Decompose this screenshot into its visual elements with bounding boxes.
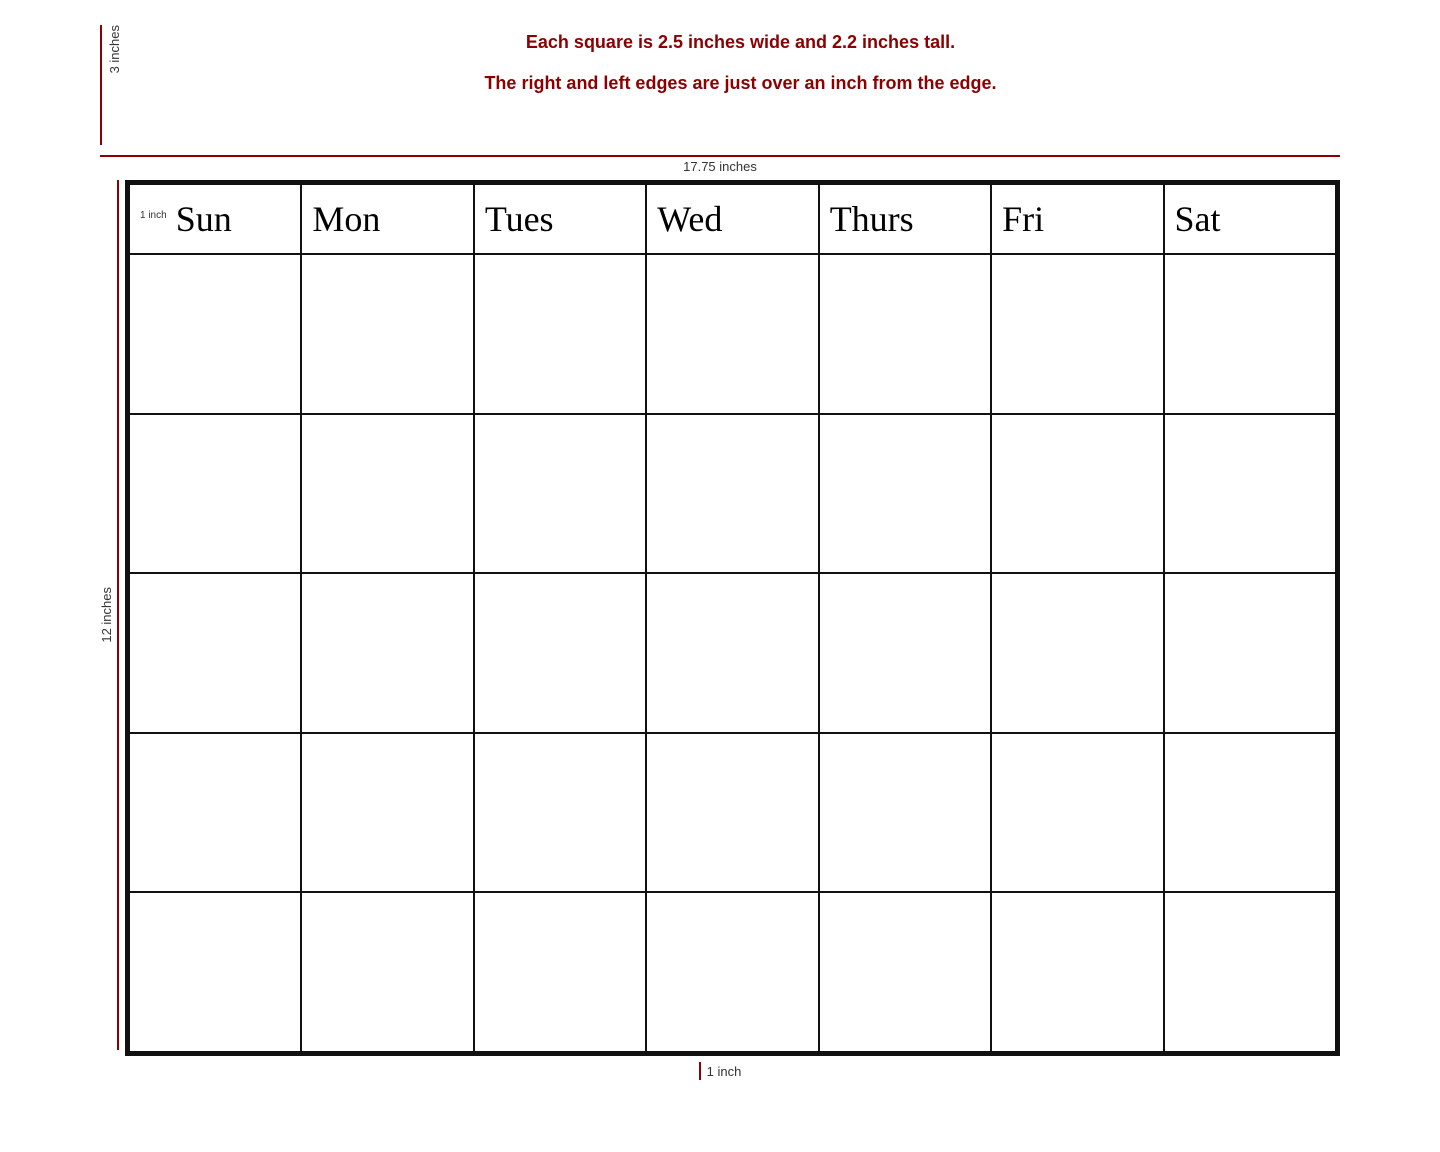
cell xyxy=(301,254,473,414)
cell xyxy=(1164,414,1336,574)
cell xyxy=(819,414,991,574)
vertical-line-12inch xyxy=(117,180,119,1050)
horiz-line xyxy=(100,155,1340,157)
table-row xyxy=(129,254,1336,414)
info-line2: The right and left edges are just over a… xyxy=(141,71,1340,96)
cell xyxy=(819,733,991,893)
cell xyxy=(646,892,818,1052)
table-row xyxy=(129,573,1336,733)
info-line1: Each square is 2.5 inches wide and 2.2 i… xyxy=(141,30,1340,55)
cell xyxy=(991,254,1163,414)
cell xyxy=(474,733,646,893)
cell xyxy=(474,414,646,574)
header-wed: Wed xyxy=(646,184,818,254)
cell xyxy=(129,733,301,893)
label-3inches: 3 inches xyxy=(108,25,121,73)
calendar: 1 inch Sun Mon Tues Wed Thurs Fri Sat xyxy=(125,180,1340,1056)
cell xyxy=(991,414,1163,574)
cell xyxy=(129,254,301,414)
cell xyxy=(474,254,646,414)
info-section: 3 inches Each square is 2.5 inches wide … xyxy=(100,20,1340,145)
cell xyxy=(1164,254,1336,414)
bottom-tick-wrapper: 1 inch xyxy=(699,1062,742,1080)
header-fri: Fri xyxy=(991,184,1163,254)
cell xyxy=(474,892,646,1052)
label-12inches: 12 inches xyxy=(100,587,113,643)
text-block: Each square is 2.5 inches wide and 2.2 i… xyxy=(141,20,1340,112)
cell xyxy=(646,733,818,893)
vertical-line-3inch xyxy=(100,25,102,145)
cell xyxy=(646,414,818,574)
bottom-vert-line xyxy=(699,1062,701,1080)
header-tues: Tues xyxy=(474,184,646,254)
page-wrapper: 3 inches Each square is 2.5 inches wide … xyxy=(100,20,1340,1080)
horiz-line-wrapper xyxy=(100,155,1340,157)
inch-annotation: 1 inch xyxy=(140,210,167,221)
calendar-table: 1 inch Sun Mon Tues Wed Thurs Fri Sat xyxy=(128,183,1337,1053)
cell xyxy=(474,573,646,733)
table-row xyxy=(129,892,1336,1052)
cell xyxy=(991,573,1163,733)
cell xyxy=(1164,733,1336,893)
bottom-measurement: 1 inch xyxy=(100,1060,1340,1080)
top-left-measurements: 3 inches xyxy=(100,20,121,145)
header-sat: Sat xyxy=(1164,184,1336,254)
horiz-measurement: 17.75 inches xyxy=(100,155,1340,174)
cell xyxy=(991,733,1163,893)
cell xyxy=(129,573,301,733)
cell xyxy=(1164,892,1336,1052)
calendar-area: 12 inches 1 inch Sun Mon Tues Wed Thurs xyxy=(100,180,1340,1056)
cell xyxy=(646,573,818,733)
table-row xyxy=(129,414,1336,574)
cell xyxy=(646,254,818,414)
cell xyxy=(301,414,473,574)
left-measurement: 12 inches xyxy=(100,180,119,1050)
cell xyxy=(1164,573,1336,733)
horiz-label: 17.75 inches xyxy=(683,159,757,174)
cell xyxy=(819,892,991,1052)
cell xyxy=(129,414,301,574)
cell xyxy=(819,573,991,733)
cell xyxy=(991,892,1163,1052)
cell xyxy=(301,892,473,1052)
bottom-label: 1 inch xyxy=(707,1064,742,1079)
header-thurs: Thurs xyxy=(819,184,991,254)
header-row: 1 inch Sun Mon Tues Wed Thurs Fri Sat xyxy=(129,184,1336,254)
header-mon: Mon xyxy=(301,184,473,254)
cell xyxy=(129,892,301,1052)
cell xyxy=(301,733,473,893)
table-row xyxy=(129,733,1336,893)
cell xyxy=(301,573,473,733)
cell xyxy=(819,254,991,414)
header-sun: 1 inch Sun xyxy=(129,184,301,254)
